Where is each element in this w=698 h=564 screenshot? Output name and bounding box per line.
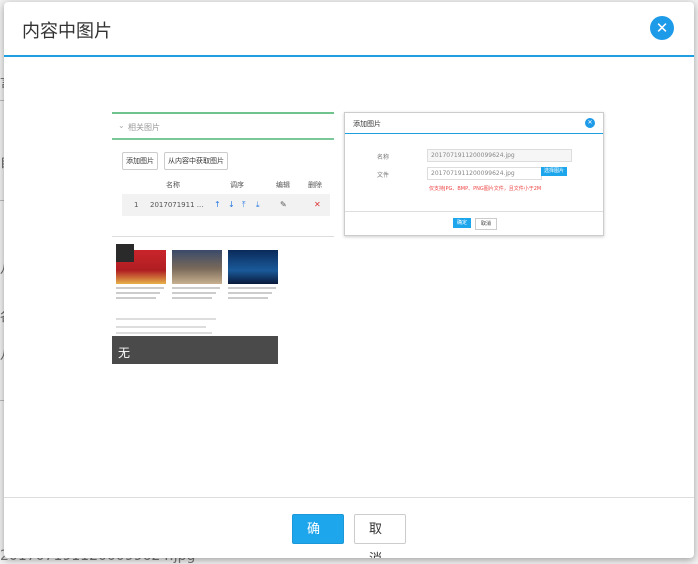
move-bottom-icon: ⤓ bbox=[256, 200, 260, 209]
news-image bbox=[172, 250, 222, 284]
dialog-header: 内容中图片 ✕ bbox=[4, 2, 694, 57]
close-icon[interactable]: ✕ bbox=[650, 16, 674, 40]
text-line bbox=[116, 326, 206, 328]
move-top-icon: ⤒ bbox=[242, 200, 246, 209]
chevron-down-icon: ⌄ bbox=[118, 121, 125, 130]
preview-cancel-button: 取消 bbox=[475, 218, 497, 230]
add-image-dialog-preview: 添加图片 ✕ 名称 2017071911200099624.jpg 文件 201… bbox=[344, 112, 604, 236]
text-line bbox=[172, 292, 216, 294]
name-label: 名称 bbox=[377, 154, 390, 161]
news-thumbnail bbox=[228, 250, 278, 299]
text-line bbox=[116, 332, 212, 334]
add-image-button: 添加图片 bbox=[122, 152, 158, 170]
file-field: 2017071911200099624.jpg bbox=[427, 167, 542, 180]
close-icon: ✕ bbox=[585, 118, 595, 128]
content-image: ⌄ 相关图片 添加图片 从内容中获取图片 名称 调序 编辑 删除 1 20170… bbox=[112, 112, 604, 366]
column-header: 名称 bbox=[166, 181, 180, 189]
table-row: 1 2017071911 ... ↑ ↓ ⤒ ⤓ ✎ ✕ bbox=[122, 194, 330, 216]
panel-header: ⌄ 相关图片 bbox=[112, 114, 334, 140]
move-up-icon: ↑ bbox=[214, 200, 221, 209]
text-line bbox=[228, 292, 272, 294]
upload-hint: 仅支持JPG、BMP、PNG图片文件，且文件小于2M bbox=[429, 186, 542, 192]
confirm-button[interactable]: 确定 bbox=[292, 514, 344, 558]
caption-text: 无 bbox=[118, 346, 131, 360]
text-line bbox=[172, 297, 212, 299]
select-image-button: 选择图片 bbox=[541, 167, 567, 176]
panel-title: 相关图片 bbox=[128, 123, 160, 132]
related-images-panel: ⌄ 相关图片 添加图片 从内容中获取图片 名称 调序 编辑 删除 1 20170… bbox=[112, 112, 334, 237]
row-index: 1 bbox=[134, 201, 139, 209]
file-label: 文件 bbox=[377, 172, 390, 179]
fetch-from-content-button: 从内容中获取图片 bbox=[164, 152, 228, 170]
dialog-title: 内容中图片 bbox=[22, 21, 112, 42]
name-field: 2017071911200099624.jpg bbox=[427, 149, 572, 162]
row-name: 2017071911 ... bbox=[150, 201, 204, 209]
dialog-body: ⌄ 相关图片 添加图片 从内容中获取图片 名称 调序 编辑 删除 1 20170… bbox=[4, 57, 694, 497]
column-header: 编辑 bbox=[276, 181, 290, 189]
delete-icon: ✕ bbox=[314, 200, 321, 209]
news-image bbox=[228, 250, 278, 284]
edit-icon: ✎ bbox=[280, 200, 287, 209]
preview-title: 添加图片 bbox=[353, 120, 381, 128]
preview-ok-button: 确定 bbox=[453, 218, 471, 228]
move-down-icon: ↓ bbox=[228, 200, 235, 209]
cancel-button[interactable]: 取消 bbox=[354, 514, 406, 558]
text-line bbox=[116, 297, 156, 299]
preview-divider bbox=[345, 211, 603, 212]
column-header: 删除 bbox=[308, 181, 322, 189]
image-dialog: 内容中图片 ✕ ⌄ 相关图片 添加图片 从内容中获取图片 名称 调序 编辑 删除… bbox=[4, 2, 694, 558]
column-header: 调序 bbox=[230, 181, 244, 189]
preview-header: 添加图片 ✕ bbox=[345, 113, 603, 134]
dark-thumbnail bbox=[116, 244, 134, 262]
text-line bbox=[116, 318, 216, 320]
news-thumbnail bbox=[172, 250, 222, 299]
image-caption-overlay: 无 bbox=[112, 336, 278, 364]
text-line bbox=[172, 287, 220, 289]
text-line bbox=[116, 287, 164, 289]
dialog-footer: 确定 取消 bbox=[4, 497, 694, 558]
text-line bbox=[228, 297, 268, 299]
text-line bbox=[228, 287, 276, 289]
text-line bbox=[116, 292, 160, 294]
